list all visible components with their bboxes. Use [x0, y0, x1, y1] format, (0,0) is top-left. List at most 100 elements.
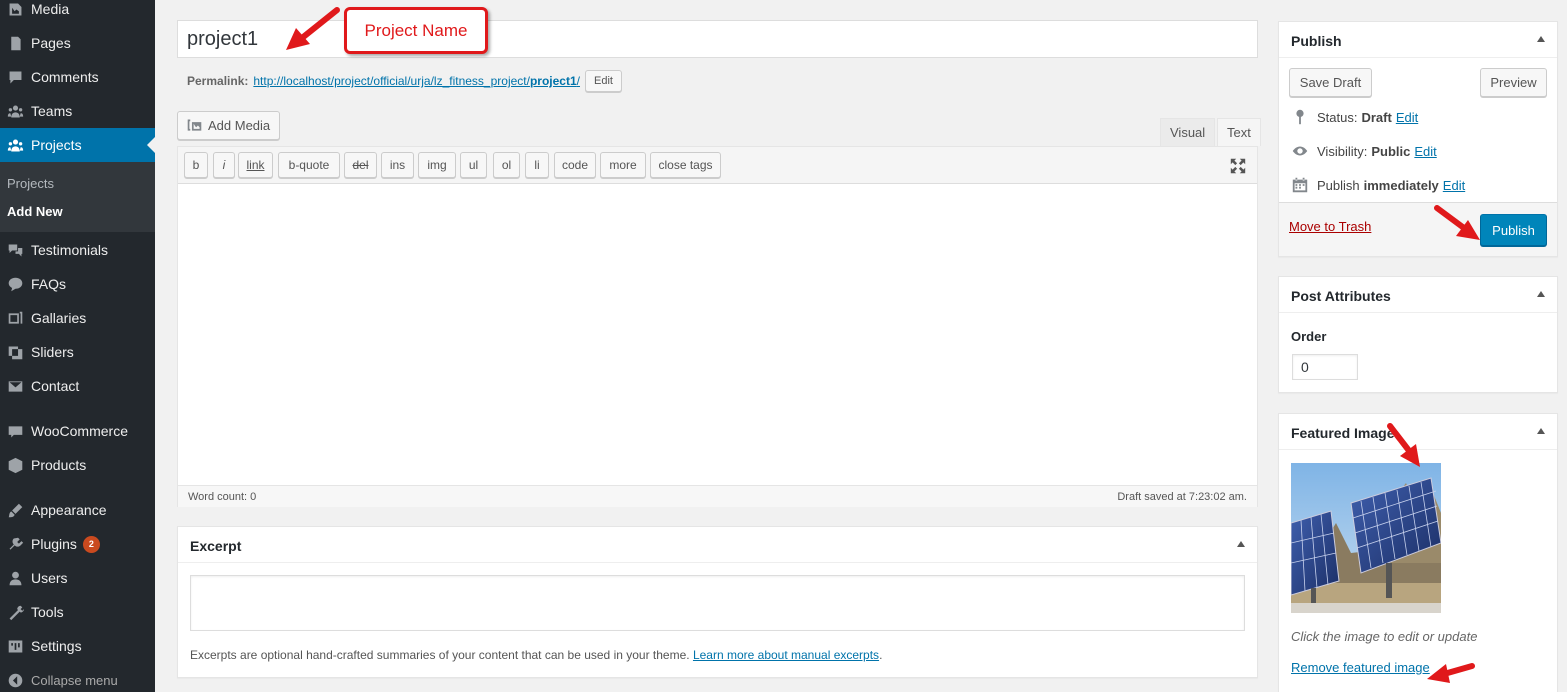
order-label: Order [1291, 329, 1327, 344]
sliders-icon [0, 344, 31, 361]
quicktag-ol-button[interactable]: ol [493, 152, 520, 178]
sidebar-item-plugins[interactable]: Plugins 2 [0, 527, 155, 561]
excerpt-title: Excerpt [178, 527, 1257, 563]
featured-image-caption: Click the image to edit or update [1291, 629, 1478, 644]
tab-text[interactable]: Text [1217, 118, 1261, 146]
quicktag-close-tags-button[interactable]: close tags [650, 152, 721, 178]
tab-visual[interactable]: Visual [1160, 118, 1216, 146]
sidebar-item-contact[interactable]: Contact [0, 369, 155, 403]
sidebar-item-tools[interactable]: Tools [0, 595, 155, 629]
move-to-trash-link[interactable]: Move to Trash [1289, 219, 1371, 234]
status-edit-link[interactable]: Edit [1396, 110, 1418, 125]
sidebar-item-testimonials[interactable]: Testimonials [0, 233, 155, 267]
preview-button[interactable]: Preview [1480, 68, 1547, 97]
sidebar-item-label: Tools [31, 604, 64, 620]
permalink-edit-button[interactable]: Edit [584, 70, 622, 92]
excerpt-toggle-icon[interactable] [1237, 541, 1245, 547]
schedule-value: immediately [1363, 177, 1439, 193]
sidebar-item-label: WooCommerce [31, 423, 128, 439]
testimonials-icon [0, 242, 31, 259]
permalink-link[interactable]: http://localhost/project/official/urja/l… [253, 74, 580, 88]
teams-icon [0, 103, 31, 120]
quicktag-bquote-button[interactable]: b-quote [278, 152, 340, 178]
sidebar-item-sliders[interactable]: Sliders [0, 335, 155, 369]
save-draft-button[interactable]: Save Draft [1289, 68, 1372, 97]
publish-button[interactable]: Publish [1480, 214, 1547, 246]
sidebar-item-pages[interactable]: Pages [0, 26, 155, 60]
status-row: Status: Draft Edit [1291, 108, 1418, 126]
tools-icon [0, 604, 31, 621]
excerpt-learn-more-link[interactable]: Learn more about manual excerpts [693, 648, 879, 662]
plugins-update-badge: 2 [82, 535, 100, 553]
status-label: Status: [1317, 109, 1358, 125]
visibility-label: Visibility: [1317, 143, 1368, 159]
quicktag-img-button[interactable]: img [418, 152, 456, 178]
post-attributes-box: Post Attributes Order [1278, 276, 1558, 393]
sidebar-item-label: Appearance [31, 502, 107, 518]
add-media-button[interactable]: Add Media [177, 111, 281, 140]
sidebar-item-users[interactable]: Users [0, 561, 155, 595]
sidebar-item-label: FAQs [31, 276, 67, 292]
sidebar-item-label: Media [31, 1, 70, 17]
sidebar-item-teams[interactable]: Teams [0, 94, 155, 128]
order-input[interactable] [1292, 354, 1358, 380]
quicktag-code-button[interactable]: code [554, 152, 596, 178]
fullscreen-icon[interactable] [1229, 157, 1247, 175]
solar-panel-image [1291, 463, 1441, 613]
quicktag-ul-button[interactable]: ul [460, 152, 487, 178]
sidebar-item-settings[interactable]: Settings [0, 629, 155, 663]
visibility-value: Public [1371, 143, 1411, 159]
visibility-row: Visibility: Public Edit [1291, 142, 1437, 160]
sidebar-item-products[interactable]: Products [0, 448, 155, 482]
excerpt-help: Excerpts are optional hand-crafted summa… [190, 648, 882, 662]
publish-box: Publish Save Draft Preview Status: Draft… [1278, 21, 1558, 257]
quicktag-more-button[interactable]: more [600, 152, 646, 178]
sidebar-item-woocommerce[interactable]: WooCommerce [0, 414, 155, 448]
sidebar-item-label: Pages [31, 35, 71, 51]
sidebar-item-appearance[interactable]: Appearance [0, 493, 155, 527]
collapse-menu-button[interactable]: Collapse menu [0, 663, 155, 692]
excerpt-textarea[interactable] [190, 575, 1245, 631]
submenu-add-new[interactable]: Add New [7, 204, 63, 219]
remove-featured-image-link[interactable]: Remove featured image [1291, 660, 1430, 675]
quicktags-toolbar: b i link b-quote del ins img ul ol li co… [178, 147, 1257, 184]
schedule-edit-link[interactable]: Edit [1443, 178, 1465, 193]
submenu-projects[interactable]: Projects [7, 176, 54, 191]
featured-image-toggle-icon[interactable] [1537, 428, 1545, 434]
contact-icon [0, 378, 31, 395]
quicktag-del-button[interactable]: del [344, 152, 377, 178]
sidebar-item-projects[interactable]: Projects [0, 128, 155, 162]
quicktag-li-button[interactable]: li [525, 152, 549, 178]
calendar-icon [1292, 177, 1308, 193]
products-icon [0, 457, 31, 474]
quicktag-ins-button[interactable]: ins [381, 152, 414, 178]
comments-icon [0, 69, 31, 86]
eye-icon [1292, 146, 1308, 156]
sidebar-item-label: Settings [31, 638, 82, 654]
sidebar-item-label: Gallaries [31, 310, 87, 326]
plugins-icon [0, 536, 31, 553]
status-value: Draft [1361, 109, 1392, 125]
visibility-edit-link[interactable]: Edit [1414, 144, 1436, 159]
permalink-label: Permalink: [187, 74, 249, 88]
quicktag-bold-button[interactable]: b [184, 152, 208, 178]
sidebar-item-comments[interactable]: Comments [0, 60, 155, 94]
sidebar-item-media[interactable]: Media [0, 0, 155, 26]
projects-submenu: Projects Add New [0, 162, 155, 232]
title-arrow-icon [286, 7, 340, 50]
sidebar-item-label: Comments [31, 69, 99, 85]
draft-saved-status: Draft saved at 7:23:02 am. [1117, 491, 1247, 503]
content-textarea[interactable] [178, 184, 1257, 485]
excerpt-help-end: . [879, 648, 883, 662]
add-media-icon [187, 119, 202, 131]
sidebar-item-gallaries[interactable]: Gallaries [0, 301, 155, 335]
sidebar-item-label: Users [31, 570, 68, 586]
sidebar-item-faqs[interactable]: FAQs [0, 267, 155, 301]
publish-toggle-icon[interactable] [1537, 36, 1545, 42]
featured-image-thumbnail[interactable] [1291, 463, 1441, 613]
quicktag-italic-button[interactable]: i [213, 152, 235, 178]
quicktag-link-button[interactable]: link [238, 152, 273, 178]
post-attributes-toggle-icon[interactable] [1537, 291, 1545, 297]
publish-arrow-icon [1434, 205, 1480, 240]
projects-icon [0, 137, 31, 154]
